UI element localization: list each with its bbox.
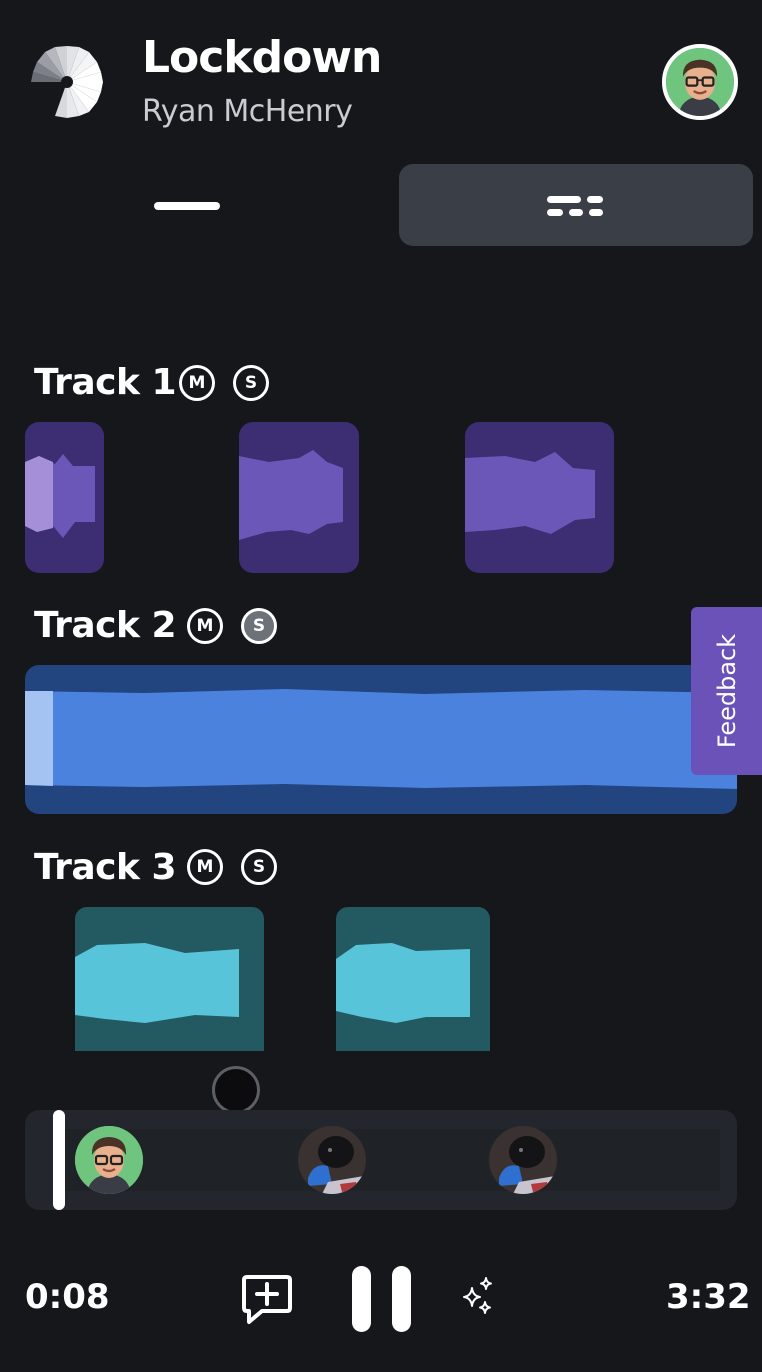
- track-1-clip[interactable]: [465, 422, 614, 573]
- elapsed-time: 0:08: [25, 1277, 110, 1317]
- track-3-title: Track 3: [34, 847, 177, 888]
- track-1-mute-button[interactable]: M: [179, 365, 215, 401]
- single-view-toggle[interactable]: [24, 164, 394, 246]
- multi-view-toggle[interactable]: [399, 164, 753, 246]
- track-1-title: Track 1: [34, 362, 177, 403]
- track-1-clip[interactable]: [239, 422, 359, 573]
- single-view-icon: [154, 202, 220, 210]
- track-2-solo-button[interactable]: S: [241, 608, 277, 644]
- total-duration: 3:32: [666, 1277, 751, 1317]
- track-2-mute-button[interactable]: M: [187, 608, 223, 644]
- track-2-title: Track 2: [34, 605, 177, 646]
- track-1-solo-button[interactable]: S: [233, 365, 269, 401]
- track-2-clip[interactable]: [25, 665, 737, 814]
- sparkle-icon[interactable]: [460, 1276, 496, 1316]
- song-title: Lockdown: [142, 32, 382, 83]
- track-3-clip[interactable]: [336, 907, 490, 1051]
- timeline-comment-avatar[interactable]: [75, 1126, 143, 1194]
- artist-name[interactable]: Ryan McHenry: [142, 94, 353, 129]
- track-3-mute-button[interactable]: M: [187, 849, 223, 885]
- feedback-tab[interactable]: Feedback: [691, 607, 762, 775]
- timeline-comment-avatar[interactable]: [489, 1126, 557, 1194]
- scrub-handle[interactable]: [212, 1066, 260, 1114]
- playhead[interactable]: [53, 1110, 65, 1210]
- timeline-track: [60, 1129, 720, 1191]
- timeline-comment-avatar[interactable]: [298, 1126, 366, 1194]
- track-1-clip[interactable]: [25, 422, 104, 573]
- pause-button[interactable]: [348, 1266, 416, 1334]
- app-logo-icon: [31, 46, 103, 118]
- feedback-label: Feedback: [712, 633, 741, 749]
- track-3-solo-button[interactable]: S: [241, 849, 277, 885]
- track-3-clip[interactable]: [75, 907, 264, 1051]
- comment-add-icon[interactable]: [240, 1272, 294, 1326]
- user-avatar[interactable]: [662, 44, 738, 120]
